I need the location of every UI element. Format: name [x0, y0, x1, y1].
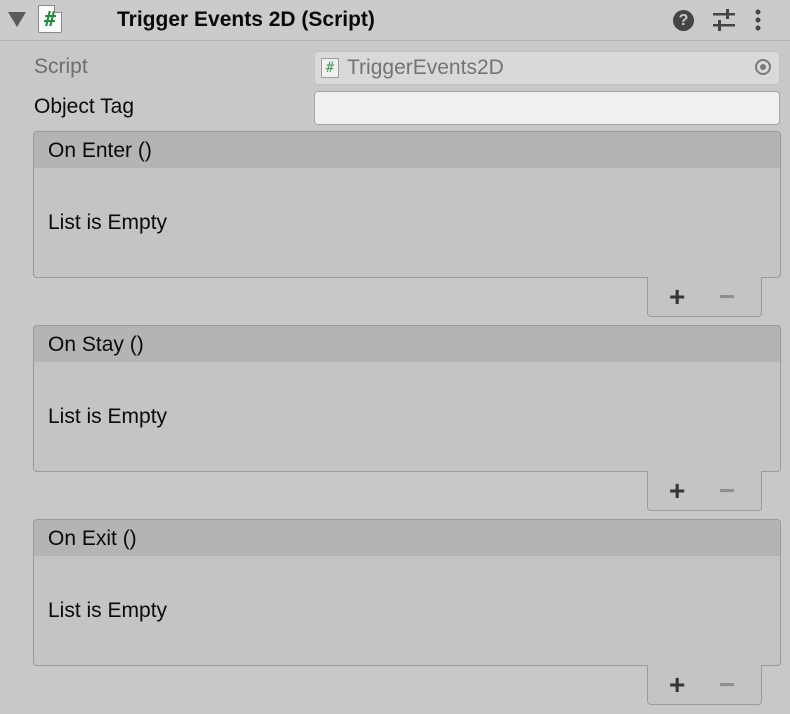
foldout-arrow-icon[interactable] [8, 12, 26, 27]
event-list-body: List is Empty [33, 362, 781, 472]
event-title: On Stay () [48, 333, 144, 356]
remove-item-button[interactable]: − [719, 477, 735, 505]
list-footer: + − [647, 277, 762, 317]
script-label: Script [34, 55, 88, 78]
component-header: # Trigger Events 2D (Script) ? [0, 0, 790, 41]
list-footer: + − [647, 665, 762, 705]
event-list-body: List is Empty [33, 168, 781, 278]
event-list-body: List is Empty [33, 556, 781, 666]
component-title: Trigger Events 2D (Script) [117, 8, 375, 31]
empty-list-text: List is Empty [48, 599, 168, 622]
script-object-field[interactable]: # TriggerEvents2D [314, 51, 780, 85]
object-tag-input[interactable] [314, 91, 780, 125]
event-header: On Stay () [33, 325, 781, 363]
remove-item-button[interactable]: − [719, 671, 735, 699]
object-tag-label: Object Tag [34, 95, 135, 118]
help-icon[interactable]: ? [673, 10, 694, 31]
object-picker-icon[interactable] [755, 59, 771, 75]
empty-list-text: List is Empty [48, 211, 168, 234]
list-footer: + − [647, 471, 762, 511]
more-vertical-icon[interactable] [754, 9, 762, 31]
add-item-button[interactable]: + [669, 477, 685, 505]
event-title: On Exit () [48, 527, 137, 550]
add-item-button[interactable]: + [669, 283, 685, 311]
event-header: On Exit () [33, 519, 781, 557]
script-hash-icon: # [38, 5, 62, 33]
event-header: On Enter () [33, 131, 781, 169]
remove-item-button[interactable]: − [719, 283, 735, 311]
settings-sliders-icon[interactable] [712, 9, 736, 31]
add-item-button[interactable]: + [669, 671, 685, 699]
event-title: On Enter () [48, 139, 152, 162]
script-field-value: TriggerEvents2D [347, 56, 504, 79]
empty-list-text: List is Empty [48, 405, 168, 428]
script-hash-icon: # [321, 58, 339, 78]
